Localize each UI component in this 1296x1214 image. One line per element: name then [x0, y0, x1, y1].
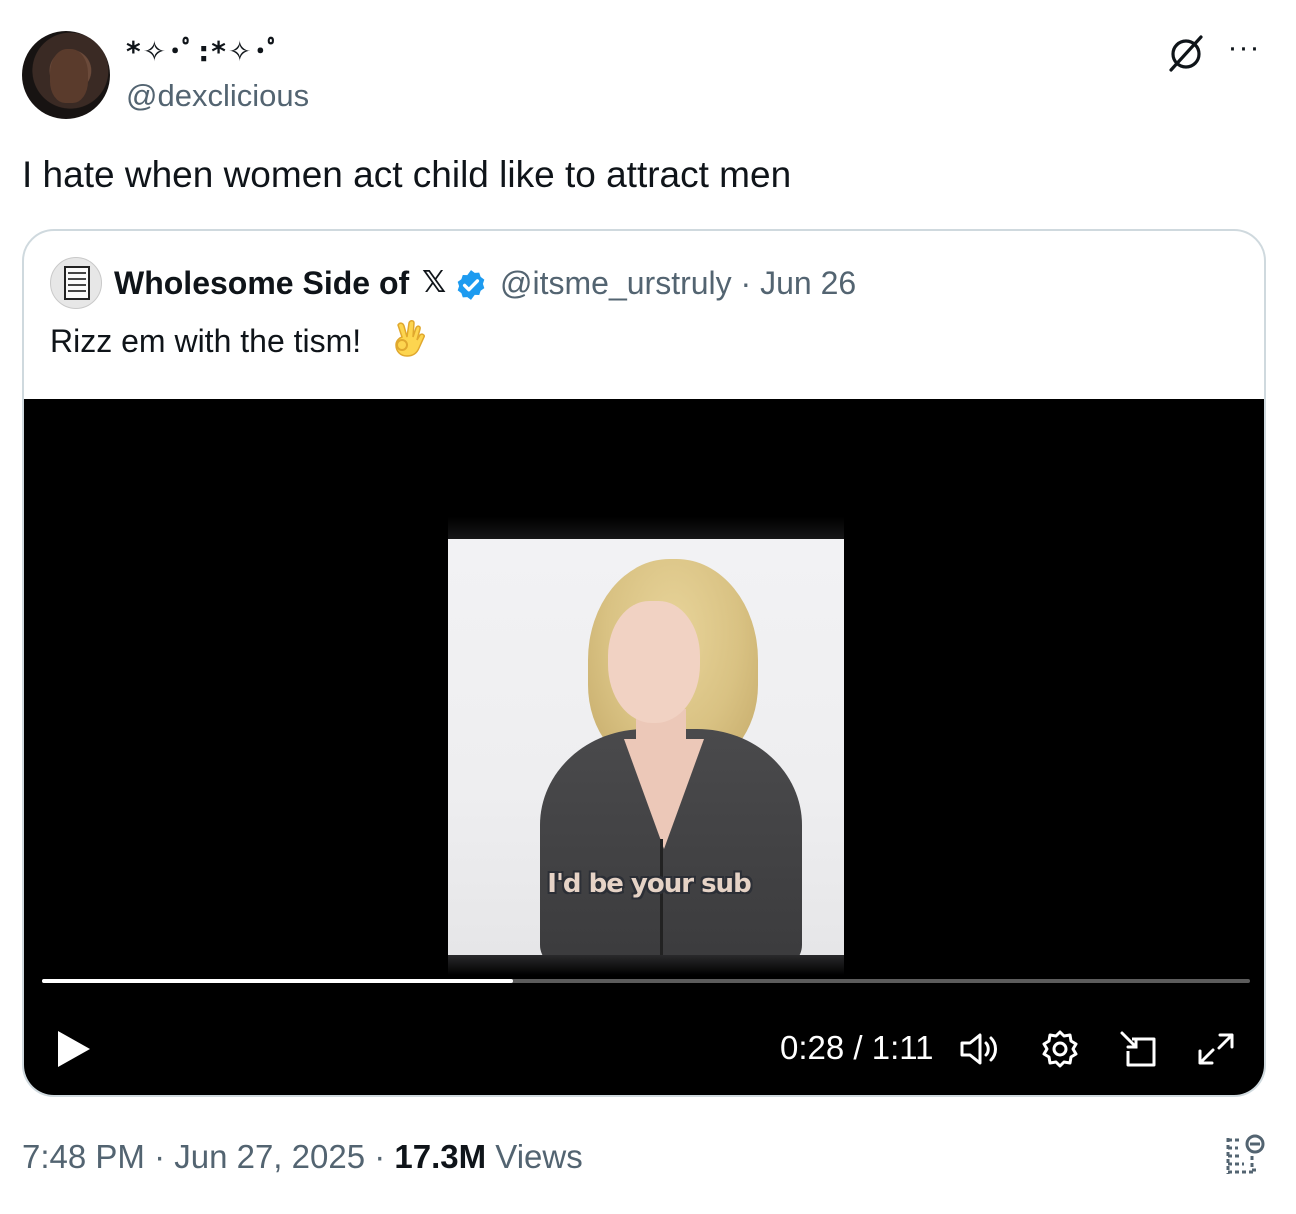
x-logo-icon: 𝕏 [422, 266, 447, 299]
tweet-text: I hate when women act child like to attr… [22, 154, 792, 195]
author-handle[interactable]: @dexclicious [126, 78, 309, 114]
quote-display-name[interactable]: Wholesome Side of [114, 265, 409, 302]
settings-icon[interactable] [1038, 1029, 1082, 1069]
video-progress-fill [42, 979, 514, 983]
more-icon[interactable]: ··· [1224, 32, 1264, 72]
volume-icon[interactable] [958, 1029, 1002, 1069]
grok-icon[interactable] [1166, 33, 1206, 73]
author-display-name[interactable]: *✧･ﾟ:*✧･ﾟ [126, 30, 283, 70]
views-count: 17.3M [394, 1138, 487, 1175]
quoted-tweet[interactable]: Wholesome Side of 𝕏 @itsme_urstruly · Ju… [22, 229, 1266, 1097]
views-label: Views [486, 1138, 583, 1175]
author-avatar[interactable] [22, 31, 110, 119]
video-progress-bar[interactable] [42, 979, 1250, 983]
fullscreen-icon[interactable] [1194, 1029, 1238, 1069]
ok-hand-icon [395, 320, 425, 357]
video-caption: I'd be your sub [547, 869, 751, 899]
video-time: 0:28 / 1:11 [780, 1029, 934, 1066]
video-player[interactable]: I'd be your sub 0:28 / 1:11 [24, 399, 1264, 1095]
quote-text: Rizz em with the tism! [50, 323, 362, 359]
play-icon[interactable] [54, 1029, 94, 1069]
tweet-meta: 7:48 PM · Jun 27, 2025 · 17.3M Views [22, 1138, 583, 1176]
analytics-icon[interactable] [1222, 1132, 1266, 1178]
verified-badge-icon [457, 270, 485, 300]
pip-icon[interactable] [1116, 1029, 1160, 1069]
video-frame[interactable]: I'd be your sub [448, 539, 844, 955]
tweet-timestamp[interactable]: 7:48 PM · Jun 27, 2025 · [22, 1138, 394, 1175]
quote-handle-date[interactable]: @itsme_urstruly · Jun 26 [500, 265, 856, 302]
quote-avatar[interactable] [50, 257, 102, 309]
